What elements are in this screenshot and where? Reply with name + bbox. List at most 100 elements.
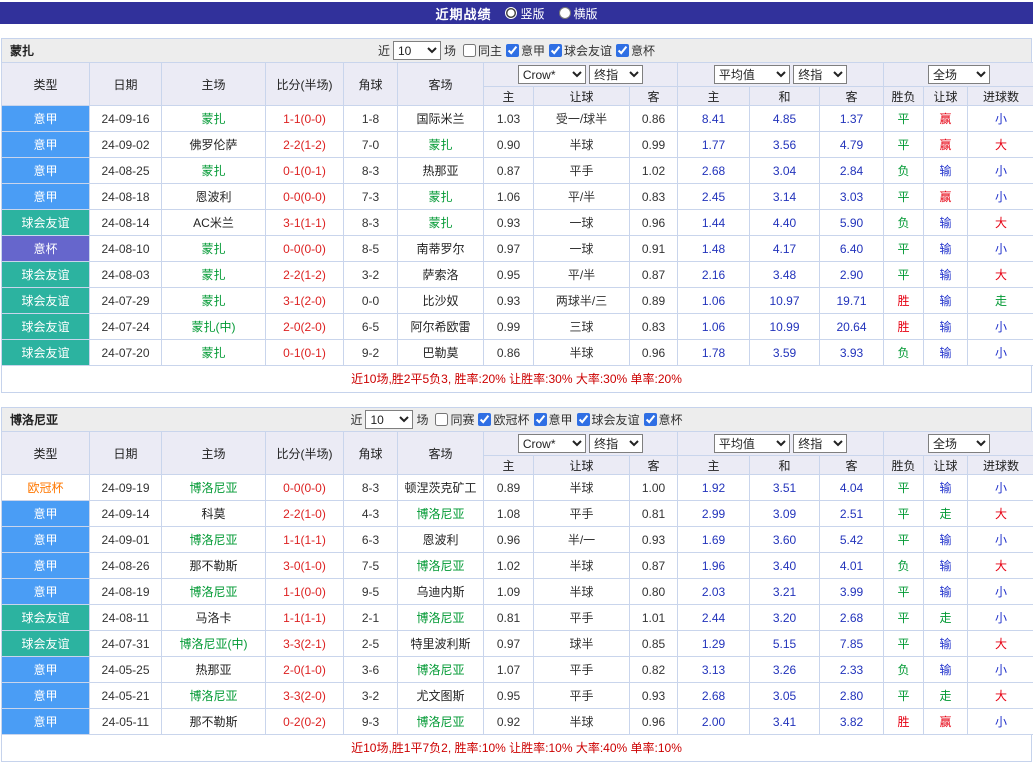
league-filter[interactable]: 欧冠杯	[478, 411, 529, 428]
final-index-select[interactable]: 终指	[589, 65, 643, 84]
home-team[interactable]: 蒙扎	[162, 236, 266, 262]
away-team[interactable]: 南蒂罗尔	[398, 236, 484, 262]
away-team[interactable]: 蒙扎	[398, 132, 484, 158]
score[interactable]: 1-1(1-1)	[266, 527, 344, 553]
horizontal-radio[interactable]	[559, 7, 571, 19]
home-team[interactable]: 蒙扎(中)	[162, 314, 266, 340]
score[interactable]: 3-0(1-0)	[266, 553, 344, 579]
score[interactable]: 1-1(1-1)	[266, 605, 344, 631]
score[interactable]: 2-2(1-2)	[266, 132, 344, 158]
home-team[interactable]: 蒙扎	[162, 262, 266, 288]
away-team[interactable]: 萨索洛	[398, 262, 484, 288]
home-team[interactable]: 那不勒斯	[162, 553, 266, 579]
layout-option-horizontal[interactable]: 横版	[559, 5, 598, 22]
home-team[interactable]: 科莫	[162, 501, 266, 527]
final-index-select-2[interactable]: 终指	[793, 65, 847, 84]
away-team[interactable]: 恩波利	[398, 527, 484, 553]
final-index-select[interactable]: 终指	[589, 434, 643, 453]
league-filter-checkbox[interactable]	[506, 44, 519, 57]
recent-count-select[interactable]: 10	[393, 41, 441, 60]
odds-home: 0.97	[484, 631, 534, 657]
bookmaker-select[interactable]: Crow*	[518, 65, 586, 84]
away-team[interactable]: 特里波利斯	[398, 631, 484, 657]
score[interactable]: 2-2(1-2)	[266, 262, 344, 288]
bookmaker-select[interactable]: Crow*	[518, 434, 586, 453]
scope-select[interactable]: 全场	[928, 65, 990, 84]
league-filter[interactable]: 意杯	[616, 42, 655, 59]
away-team[interactable]: 乌迪内斯	[398, 579, 484, 605]
vertical-radio[interactable]	[505, 7, 517, 19]
away-team[interactable]: 蒙扎	[398, 210, 484, 236]
home-team[interactable]: 蒙扎	[162, 158, 266, 184]
league-filter[interactable]: 意甲	[534, 411, 573, 428]
score[interactable]: 1-1(0-0)	[266, 579, 344, 605]
away-team[interactable]: 博洛尼亚	[398, 553, 484, 579]
away-team[interactable]: 热那亚	[398, 158, 484, 184]
league-filter-checkbox[interactable]	[644, 413, 657, 426]
home-team[interactable]: 恩波利	[162, 184, 266, 210]
league-filter-checkbox[interactable]	[478, 413, 491, 426]
home-team[interactable]: 博洛尼亚	[162, 475, 266, 501]
away-team[interactable]: 博洛尼亚	[398, 501, 484, 527]
home-team[interactable]: 蒙扎	[162, 106, 266, 132]
home-team[interactable]: 马洛卡	[162, 605, 266, 631]
score[interactable]: 3-3(2-0)	[266, 683, 344, 709]
recent-count-select[interactable]: 10	[365, 410, 413, 429]
score[interactable]: 2-0(2-0)	[266, 314, 344, 340]
final-index-select-2[interactable]: 终指	[793, 434, 847, 453]
league-filter-checkbox[interactable]	[577, 413, 590, 426]
score[interactable]: 3-1(2-0)	[266, 288, 344, 314]
league-filter-checkbox[interactable]	[549, 44, 562, 57]
away-team[interactable]: 巴勒莫	[398, 340, 484, 366]
home-team[interactable]: 博洛尼亚(中)	[162, 631, 266, 657]
home-team[interactable]: 博洛尼亚	[162, 527, 266, 553]
score[interactable]: 1-1(0-0)	[266, 106, 344, 132]
home-team[interactable]: 热那亚	[162, 657, 266, 683]
league-filter[interactable]: 意甲	[506, 42, 545, 59]
away-team[interactable]: 国际米兰	[398, 106, 484, 132]
league-badge: 意甲	[2, 501, 90, 527]
away-team[interactable]: 博洛尼亚	[398, 657, 484, 683]
score[interactable]: 0-2(0-2)	[266, 709, 344, 735]
away-team[interactable]: 蒙扎	[398, 184, 484, 210]
home-team[interactable]: 博洛尼亚	[162, 683, 266, 709]
league-badge: 球会友谊	[2, 631, 90, 657]
handicap: 半球	[534, 579, 630, 605]
score[interactable]: 0-0(0-0)	[266, 475, 344, 501]
scope-select[interactable]: 全场	[928, 434, 990, 453]
league-filter-checkbox[interactable]	[616, 44, 629, 57]
score[interactable]: 0-0(0-0)	[266, 184, 344, 210]
league-filter[interactable]: 意杯	[644, 411, 683, 428]
away-team[interactable]: 阿尔希欧雷	[398, 314, 484, 340]
league-filter[interactable]: 同赛	[435, 411, 474, 428]
away-team[interactable]: 顿涅茨克矿工	[398, 475, 484, 501]
home-team[interactable]: AC米兰	[162, 210, 266, 236]
home-team[interactable]: 博洛尼亚	[162, 579, 266, 605]
result: 平	[884, 106, 924, 132]
corner-score: 3-2	[344, 683, 398, 709]
score[interactable]: 0-0(0-0)	[266, 236, 344, 262]
score[interactable]: 0-1(0-1)	[266, 340, 344, 366]
home-team[interactable]: 蒙扎	[162, 288, 266, 314]
average-select[interactable]: 平均值	[714, 434, 790, 453]
league-filter[interactable]: 球会友谊	[577, 411, 640, 428]
layout-option-vertical[interactable]: 竖版	[505, 5, 544, 22]
score[interactable]: 2-0(1-0)	[266, 657, 344, 683]
league-filter-checkbox[interactable]	[534, 413, 547, 426]
away-team[interactable]: 博洛尼亚	[398, 605, 484, 631]
league-filter-checkbox[interactable]	[435, 413, 448, 426]
score[interactable]: 0-1(0-1)	[266, 158, 344, 184]
home-team[interactable]: 那不勒斯	[162, 709, 266, 735]
home-team[interactable]: 蒙扎	[162, 340, 266, 366]
league-filter[interactable]: 球会友谊	[549, 42, 612, 59]
league-filter[interactable]: 同主	[463, 42, 502, 59]
score[interactable]: 3-1(1-1)	[266, 210, 344, 236]
away-team[interactable]: 博洛尼亚	[398, 709, 484, 735]
away-team[interactable]: 比沙奴	[398, 288, 484, 314]
score[interactable]: 3-3(2-1)	[266, 631, 344, 657]
home-team[interactable]: 佛罗伦萨	[162, 132, 266, 158]
score[interactable]: 2-2(1-0)	[266, 501, 344, 527]
league-filter-checkbox[interactable]	[463, 44, 476, 57]
average-select[interactable]: 平均值	[714, 65, 790, 84]
away-team[interactable]: 尤文图斯	[398, 683, 484, 709]
